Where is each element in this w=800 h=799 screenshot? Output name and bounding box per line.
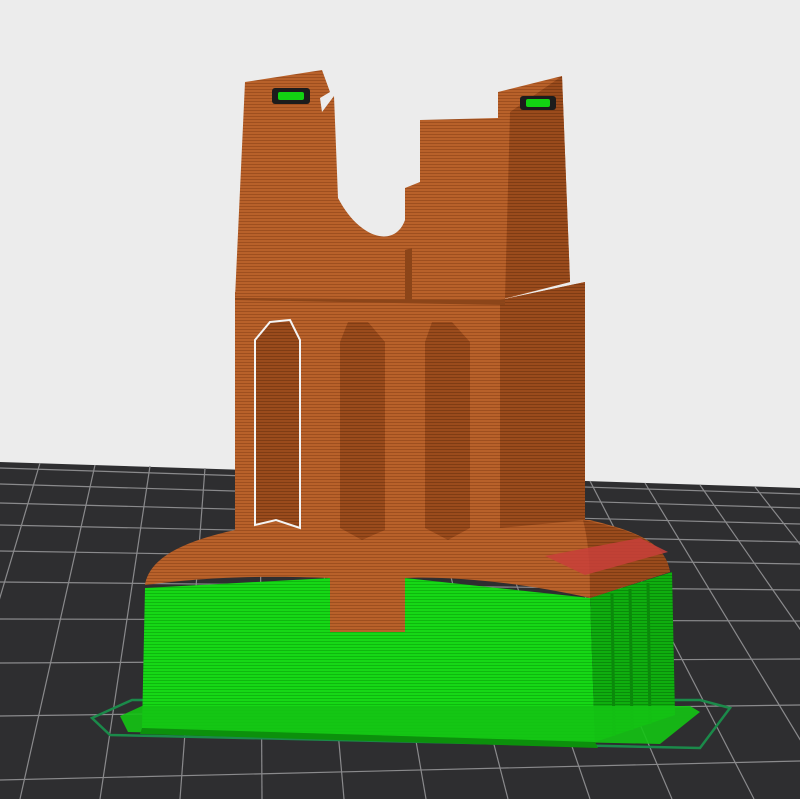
printed-part: [145, 70, 670, 632]
slice-preview-scene[interactable]: [0, 0, 800, 799]
support-block: [120, 572, 700, 748]
pocket-slots: [254, 318, 470, 540]
3d-viewport[interactable]: [0, 0, 800, 799]
left-slot-hole: [272, 88, 310, 104]
right-slot-hole: [520, 96, 556, 110]
